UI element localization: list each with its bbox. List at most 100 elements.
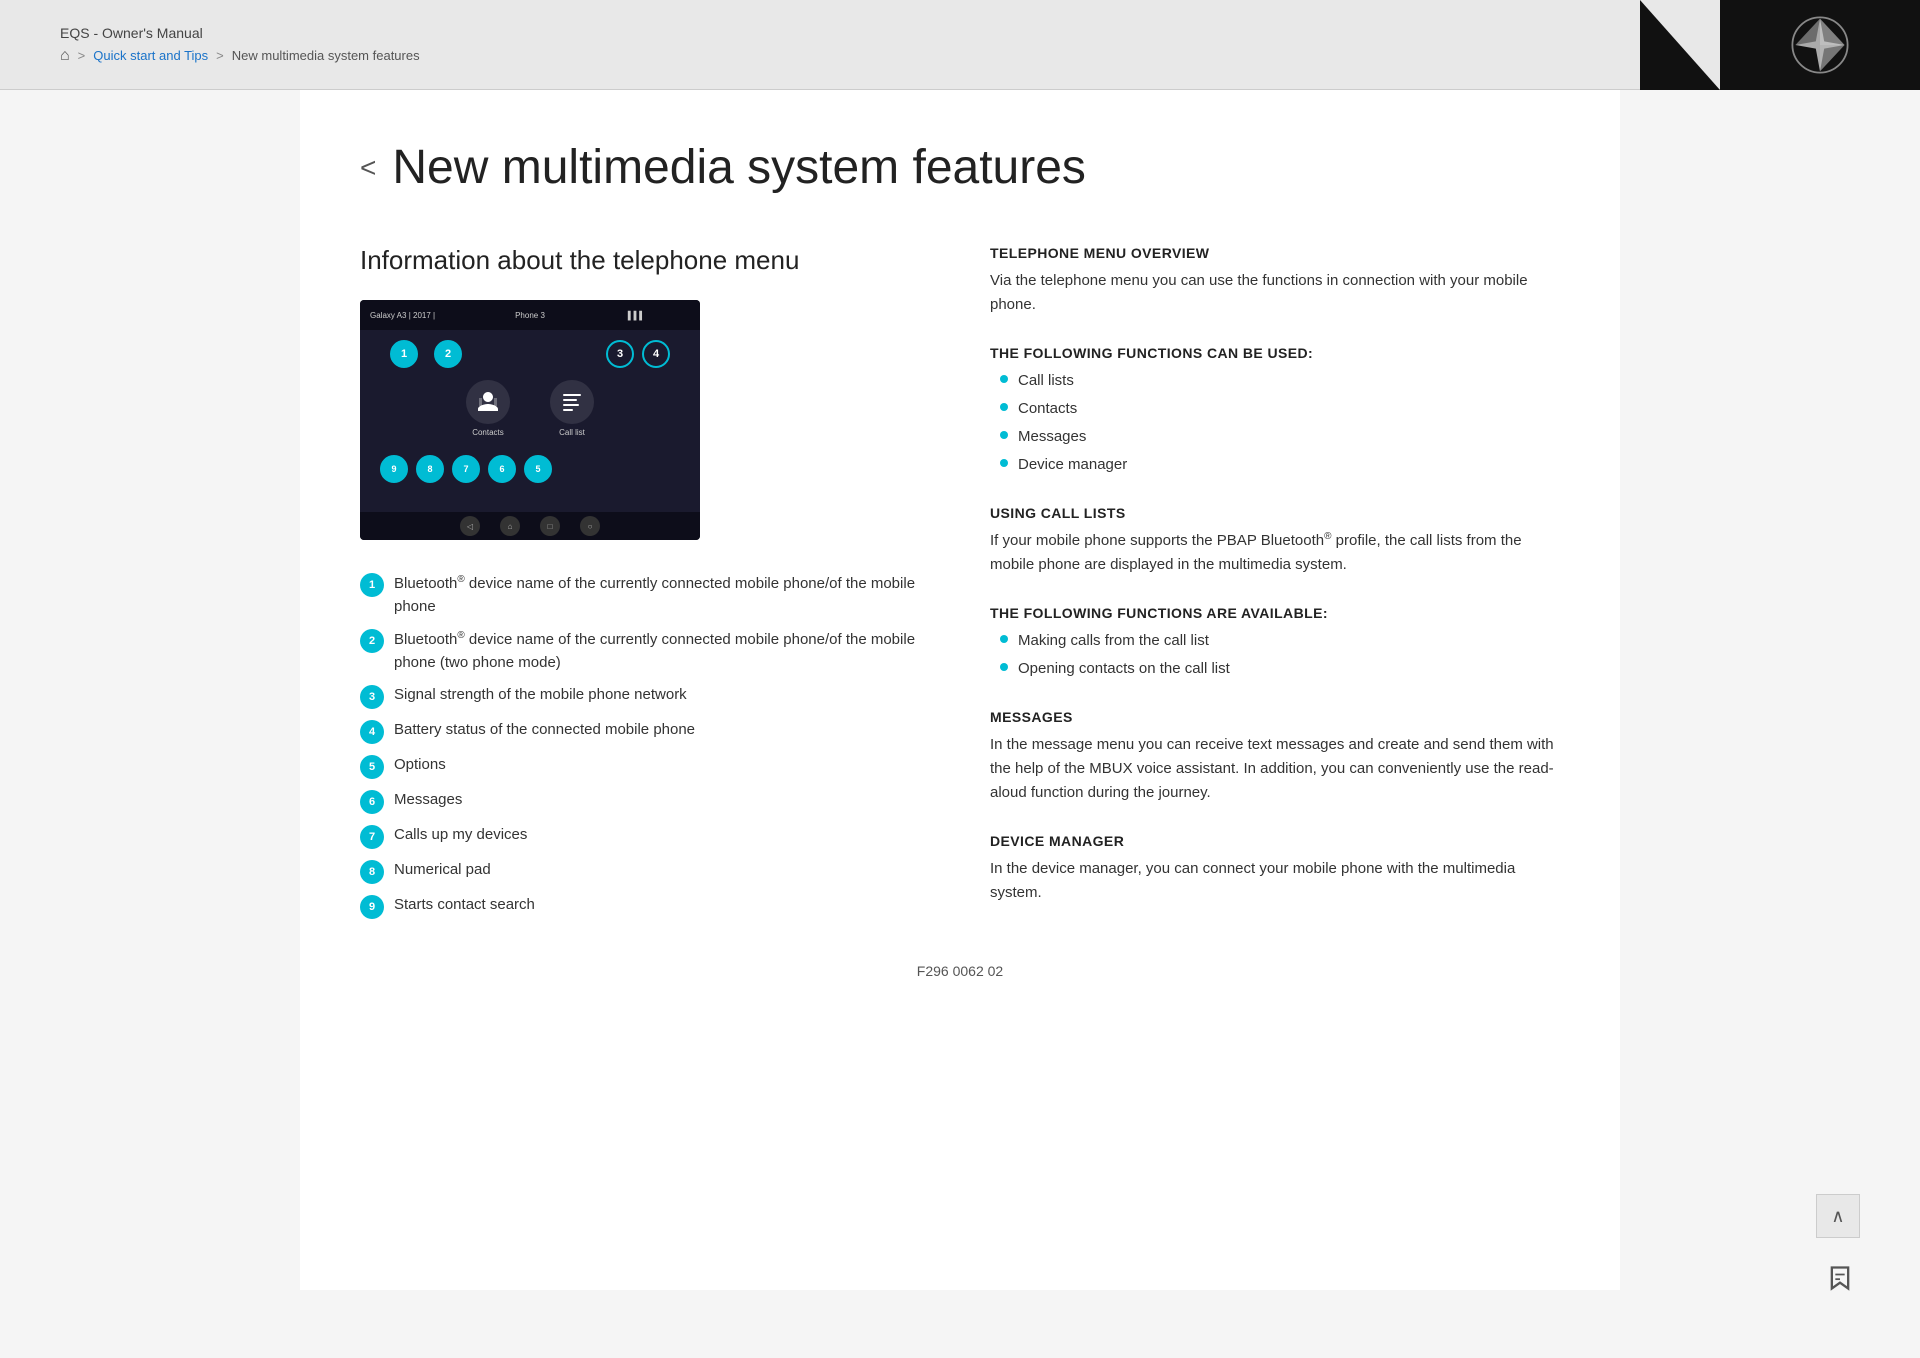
- num-badge-2: 2: [360, 629, 384, 653]
- breadcrumb-quick-start[interactable]: Quick start and Tips: [93, 48, 208, 63]
- info-text: Via the telephone menu you can use the f…: [990, 269, 1560, 317]
- phone-badge-6: 6: [488, 455, 516, 483]
- bullet-text: Making calls from the call list: [1018, 629, 1209, 653]
- phone-nav-back: ◁: [460, 516, 480, 536]
- phone-nav-recent: □: [540, 516, 560, 536]
- header-left: EQS - Owner's Manual ⌂ > Quick start and…: [0, 25, 1720, 65]
- breadcrumb-current: New multimedia system features: [232, 48, 420, 63]
- info-section: TELEPHONE MENU OVERVIEW Via the telephone…: [990, 245, 1560, 317]
- info-text: In the device manager, you can connect y…: [990, 857, 1560, 905]
- phone-body: 1 2 3 4: [360, 330, 700, 512]
- phone-icons-row: Contacts Call list: [370, 380, 690, 437]
- bullet-item: Opening contacts on the call list: [1000, 657, 1560, 681]
- bullet-item: Making calls from the call list: [1000, 629, 1560, 653]
- info-heading: USING CALL LISTS: [990, 505, 1560, 521]
- numbered-item: 9 Starts contact search: [360, 894, 930, 919]
- phone-badge-1: 1: [390, 340, 418, 368]
- manual-title: EQS - Owner's Manual: [60, 25, 1660, 41]
- numbered-item-text: Bluetooth® device name of the currently …: [394, 628, 930, 674]
- phone-calllist-label: Call list: [559, 428, 585, 437]
- mercedes-logo-area: [1720, 0, 1920, 90]
- phone-device-label: Galaxy A3 | 2017 |: [370, 311, 435, 320]
- phone-nav-home: ⌂: [500, 516, 520, 536]
- info-heading: TELEPHONE MENU OVERVIEW: [990, 245, 1560, 261]
- phone-badge-5: 5: [524, 455, 552, 483]
- bullet-text: Call lists: [1018, 369, 1074, 393]
- bullet-dot: [1000, 431, 1008, 439]
- bullet-item: Device manager: [1000, 453, 1560, 477]
- numbered-item: 3 Signal strength of the mobile phone ne…: [360, 684, 930, 709]
- header-diagonal-decoration: [1640, 0, 1720, 90]
- phone-badge-8: 8: [416, 455, 444, 483]
- back-chevron-icon[interactable]: <: [360, 152, 376, 184]
- num-badge-1: 1: [360, 573, 384, 597]
- info-text: In the message menu you can receive text…: [990, 733, 1560, 805]
- breadcrumb-sep1: >: [78, 48, 86, 63]
- numbered-item: 2 Bluetooth® device name of the currentl…: [360, 628, 930, 674]
- num-badge-9: 9: [360, 895, 384, 919]
- bullet-text: Device manager: [1018, 453, 1127, 477]
- info-section: USING CALL LISTS If your mobile phone sup…: [990, 505, 1560, 577]
- numbered-item-text: Numerical pad: [394, 859, 491, 882]
- phone-mockup: Galaxy A3 | 2017 | Phone 3 ▐▐▐ 1 2 3 4: [360, 300, 700, 540]
- bullet-list: Call lists Contacts Messages Device manager: [990, 369, 1560, 477]
- doc-code: F296 0062 02: [917, 963, 1003, 979]
- bullet-dot: [1000, 459, 1008, 467]
- info-section: THE FOLLOWING FUNCTIONS ARE AVAILABLE:Ma…: [990, 605, 1560, 681]
- phone-contacts-icon: [466, 380, 510, 424]
- numbered-item-text: Messages: [394, 789, 462, 812]
- phone-badge-7: 7: [452, 455, 480, 483]
- num-badge-6: 6: [360, 790, 384, 814]
- numbered-item-text: Bluetooth® device name of the currently …: [394, 572, 930, 618]
- phone-calllist-icon-item: Call list: [550, 380, 594, 437]
- main-content: < New multimedia system features Informa…: [300, 90, 1620, 1290]
- left-section-title: Information about the telephone menu: [360, 245, 930, 276]
- phone-top-bar: Galaxy A3 | 2017 | Phone 3 ▐▐▐: [360, 300, 700, 330]
- home-icon[interactable]: ⌂: [60, 47, 70, 65]
- phone-badge-2: 2: [434, 340, 462, 368]
- bullet-item: Call lists: [1000, 369, 1560, 393]
- phone-contacts-icon-item: Contacts: [466, 380, 510, 437]
- numbered-item-text: Signal strength of the mobile phone netw…: [394, 684, 687, 707]
- page-footer: F296 0062 02: [360, 933, 1560, 999]
- page-title: New multimedia system features: [392, 140, 1086, 195]
- info-heading: DEVICE MANAGER: [990, 833, 1560, 849]
- mercedes-star-icon: [1790, 15, 1850, 75]
- bullet-dot: [1000, 635, 1008, 643]
- bullet-text: Contacts: [1018, 397, 1077, 421]
- phone-badge-4: 4: [642, 340, 670, 368]
- breadcrumb-sep2: >: [216, 48, 224, 63]
- scroll-up-button[interactable]: ∧: [1816, 1194, 1860, 1238]
- phone-phone-label: Phone 3: [515, 311, 545, 320]
- info-section: MESSAGES In the message menu you can rece…: [990, 709, 1560, 805]
- info-text: If your mobile phone supports the PBAP B…: [990, 529, 1560, 577]
- bullet-item: Contacts: [1000, 397, 1560, 421]
- numbered-item-text: Starts contact search: [394, 894, 535, 917]
- right-column: TELEPHONE MENU OVERVIEW Via the telephone…: [990, 245, 1560, 933]
- content-grid: Information about the telephone menu Gal…: [360, 245, 1560, 933]
- bullet-text: Messages: [1018, 425, 1086, 449]
- left-column: Information about the telephone menu Gal…: [360, 245, 930, 933]
- bullet-dot: [1000, 663, 1008, 671]
- breadcrumb: ⌂ > Quick start and Tips > New multimedi…: [60, 47, 1660, 65]
- numbered-item-text: Options: [394, 754, 446, 777]
- bullet-dot: [1000, 403, 1008, 411]
- numbered-list: 1 Bluetooth® device name of the currentl…: [360, 572, 930, 919]
- numbered-item: 8 Numerical pad: [360, 859, 930, 884]
- num-badge-7: 7: [360, 825, 384, 849]
- numbered-item: 5 Options: [360, 754, 930, 779]
- num-badge-4: 4: [360, 720, 384, 744]
- info-heading: MESSAGES: [990, 709, 1560, 725]
- num-badge-3: 3: [360, 685, 384, 709]
- numbered-item: 6 Messages: [360, 789, 930, 814]
- scroll-up-icon: ∧: [1831, 1206, 1844, 1227]
- info-section: THE FOLLOWING FUNCTIONS CAN BE USED:Call…: [990, 345, 1560, 477]
- numbered-item: 1 Bluetooth® device name of the currentl…: [360, 572, 930, 618]
- phone-calllist-icon: [550, 380, 594, 424]
- bullet-item: Messages: [1000, 425, 1560, 449]
- page-header: EQS - Owner's Manual ⌂ > Quick start and…: [0, 0, 1920, 90]
- numbered-item-text: Battery status of the connected mobile p…: [394, 719, 695, 742]
- bullet-list: Making calls from the call list Opening c…: [990, 629, 1560, 681]
- phone-bottom-bar: ◁ ⌂ □ ○: [360, 512, 700, 540]
- bookmark-button[interactable]: [1820, 1258, 1860, 1298]
